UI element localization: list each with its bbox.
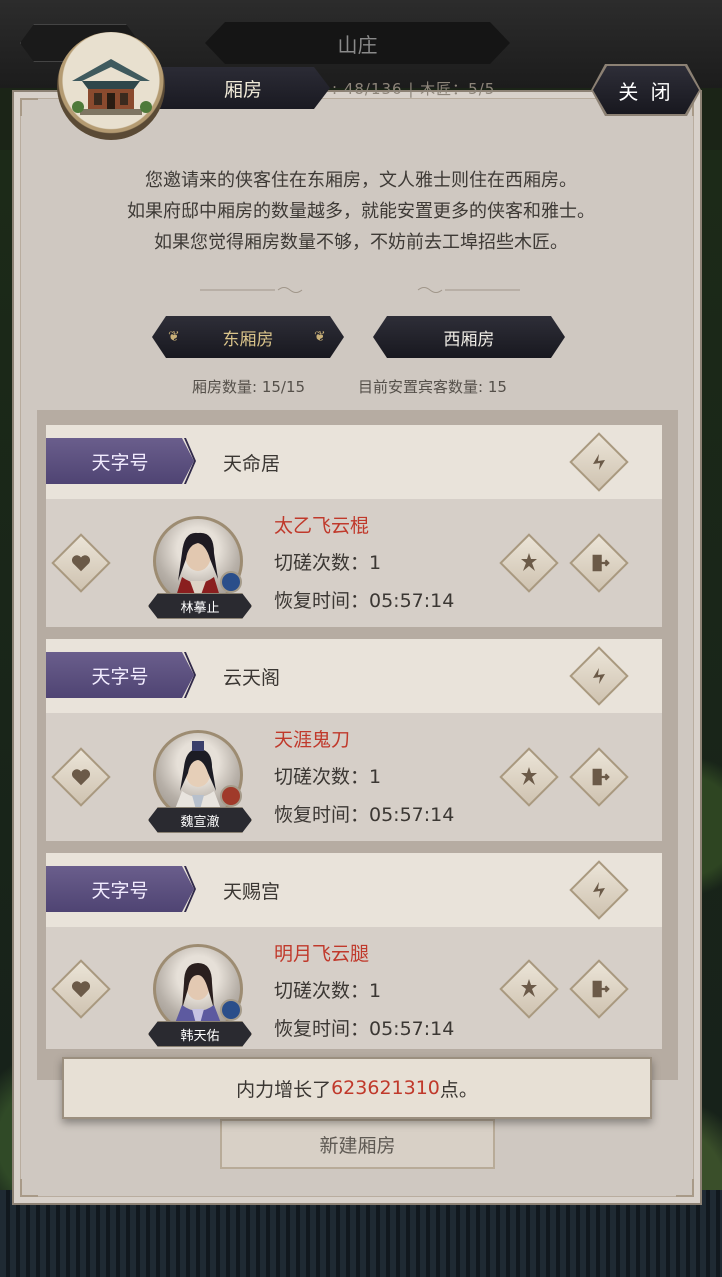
toast-value: 623621310 xyxy=(331,1077,440,1099)
room-name: 天赐宫 xyxy=(223,881,281,903)
room-card-header: 天字号 天命居 xyxy=(46,425,662,499)
train-button[interactable] xyxy=(499,959,559,1019)
rank-label: 天字号 xyxy=(91,879,149,902)
skill-icon xyxy=(521,553,537,571)
swap-icon xyxy=(593,882,605,898)
swap-icon xyxy=(593,454,605,470)
swap-guest-button[interactable] xyxy=(569,646,629,706)
room-card-body: 林摹止 太乙飞云棍 切磋次数：1 恢复时间：05:57:14 xyxy=(46,499,662,627)
flourish-icon: ❦ xyxy=(314,329,326,345)
spar-count: 切磋次数：1 xyxy=(274,552,382,574)
tab-east-wing-label: 东厢房 xyxy=(222,329,274,350)
skill-icon xyxy=(521,979,537,997)
sect-badge xyxy=(220,571,242,593)
panel-title: 厢房 xyxy=(223,78,262,101)
spar-count: 切磋次数：1 xyxy=(274,766,382,788)
guest-count: 目前安置宾客数量: 15 xyxy=(358,378,507,396)
weapon-name: 天涯鬼刀 xyxy=(274,729,351,751)
panel-title-tab: 厢房 xyxy=(150,67,330,109)
room-card-header: 天字号 天赐宫 xyxy=(46,853,662,927)
background-title: 山庄 xyxy=(205,22,510,64)
favorite-button[interactable] xyxy=(51,959,111,1019)
heart-icon xyxy=(71,555,91,572)
skill-icon xyxy=(521,767,537,785)
heart-icon xyxy=(71,769,91,786)
exit-door-icon xyxy=(592,554,610,572)
flourish-icon: ❦ xyxy=(168,329,180,345)
train-button[interactable] xyxy=(499,533,559,593)
intro-line: 您邀请来的侠客住在东厢房，文人雅士则住在西厢房。 xyxy=(145,170,577,191)
intro-text: 您邀请来的侠客住在东厢房，文人雅士则住在西厢房。 如果府邸中厢房的数量越多，就能… xyxy=(0,165,722,258)
new-room-button[interactable]: 新建厢房 xyxy=(220,1119,495,1169)
evict-button[interactable] xyxy=(569,959,629,1019)
rank-banner: 天字号 xyxy=(46,866,194,912)
guest-name: 韩天佑 xyxy=(180,1028,220,1044)
weapon-name: 太乙飞云棍 xyxy=(274,515,370,537)
spar-count: 切磋次数：1 xyxy=(274,980,382,1002)
intro-line: 如果府邸中厢房的数量越多，就能安置更多的侠客和雅士。 xyxy=(127,201,595,222)
heart-icon xyxy=(71,981,91,998)
room-name: 天命居 xyxy=(223,453,281,475)
recover-time: 恢复时间：05:57:14 xyxy=(274,804,455,826)
guest-name: 魏宣澈 xyxy=(180,814,220,830)
recover-time: 恢复时间：05:57:14 xyxy=(274,1018,455,1040)
close-button[interactable]: 关 闭 xyxy=(593,66,699,114)
room-card: 天字号 天命居 林摹止 太乙飞云棍 切磋次数：1 恢复时间：05:57:14 xyxy=(46,425,662,627)
guest-name-plate: 韩天佑 xyxy=(148,1021,252,1047)
room-card: 天字号 云天阁 魏宣澈 天涯鬼刀 切磋次数：1 恢复时间：05:57:14 xyxy=(46,639,662,841)
room-card-body: 魏宣澈 天涯鬼刀 切磋次数：1 恢复时间：05:57:14 xyxy=(46,713,662,841)
close-button-label: 关 闭 xyxy=(618,79,674,104)
sect-badge xyxy=(220,785,242,807)
rank-label: 天字号 xyxy=(91,451,149,474)
room-card-header: 天字号 云天阁 xyxy=(46,639,662,713)
favorite-button[interactable] xyxy=(51,533,111,593)
intro-line: 如果您觉得厢房数量不够，不妨前去工埠招些木匠。 xyxy=(154,232,568,253)
toast-prefix: 内力增长了 xyxy=(236,1078,332,1101)
recover-time: 恢复时间：05:57:14 xyxy=(274,590,455,612)
swap-guest-button[interactable] xyxy=(569,860,629,920)
rank-label: 天字号 xyxy=(91,665,149,688)
tab-east-wing[interactable]: ❦ 东厢房 ❦ xyxy=(152,316,344,358)
tab-west-wing-label: 西厢房 xyxy=(443,329,495,350)
room-count: 厢房数量: 15/15 xyxy=(192,378,306,396)
divider-ornament-right xyxy=(417,287,520,293)
evict-button[interactable] xyxy=(569,533,629,593)
guest-name: 林摹止 xyxy=(180,600,220,616)
toast-suffix: 点。 xyxy=(439,1078,478,1101)
guest-name-plate: 魏宣澈 xyxy=(148,807,252,833)
room-name: 云天阁 xyxy=(223,667,281,689)
exit-door-icon xyxy=(592,768,610,786)
background-stats-text: : 48/136 | 木匠：5/5 xyxy=(332,80,496,98)
swap-guest-button[interactable] xyxy=(569,432,629,492)
tab-west-wing[interactable]: 西厢房 xyxy=(373,316,565,358)
pavilion-icon xyxy=(57,32,165,140)
evict-button[interactable] xyxy=(569,747,629,807)
internal-power-toast: 内力增长了 623621310 点。 xyxy=(62,1057,652,1119)
swap-icon xyxy=(593,668,605,684)
rank-banner: 天字号 xyxy=(46,438,194,484)
train-button[interactable] xyxy=(499,747,559,807)
guest-name-plate: 林摹止 xyxy=(148,593,252,619)
rank-banner: 天字号 xyxy=(46,652,194,698)
weapon-name: 明月飞云腿 xyxy=(274,943,370,965)
exit-door-icon xyxy=(592,980,610,998)
sect-badge xyxy=(220,999,242,1021)
divider-ornament-left xyxy=(200,287,303,293)
room-card: 天字号 天赐宫 韩天佑 明月飞云腿 切磋次数：1 恢复时间：05:57:14 xyxy=(46,853,662,1049)
favorite-button[interactable] xyxy=(51,747,111,807)
new-room-button-label: 新建厢房 xyxy=(319,1134,396,1157)
room-card-body: 韩天佑 明月飞云腿 切磋次数：1 恢复时间：05:57:14 xyxy=(46,927,662,1049)
